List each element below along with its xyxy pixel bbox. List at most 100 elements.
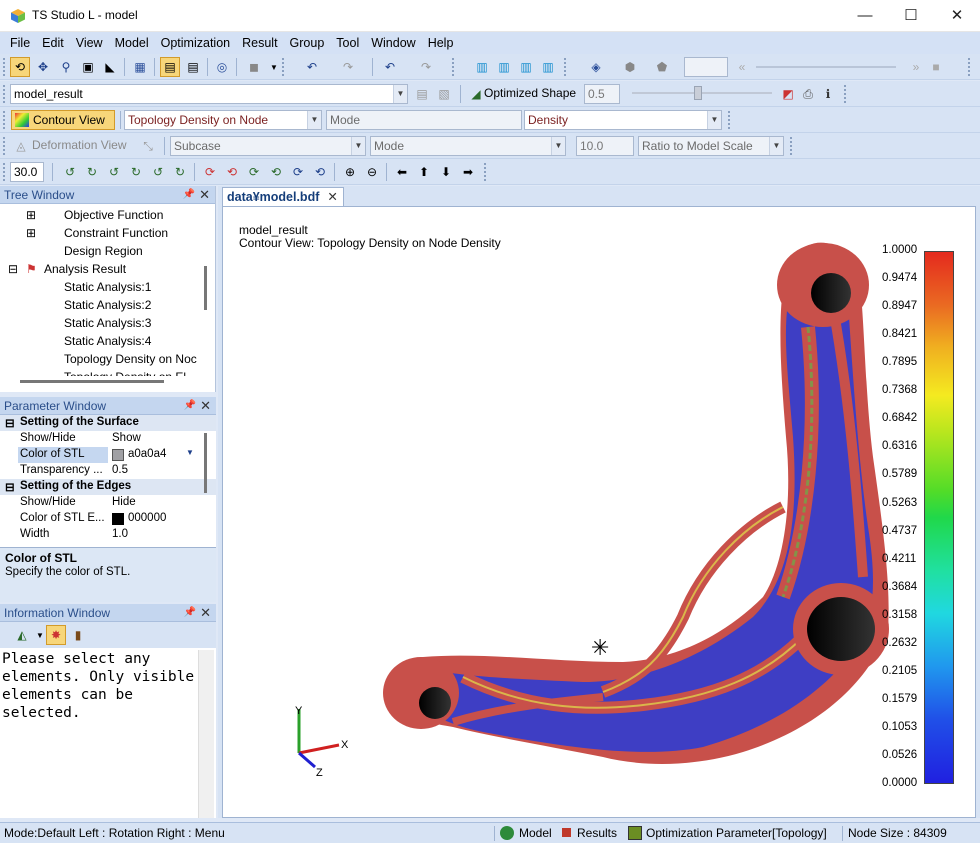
expand-icon[interactable]: ⊞: [26, 226, 36, 240]
palette-icon[interactable]: ◩: [778, 84, 798, 104]
info-icon[interactable]: ℹ: [818, 84, 838, 104]
close-icon[interactable]: ✕: [200, 397, 211, 415]
spin-z-icon[interactable]: ⟳: [288, 162, 308, 182]
maximize-button[interactable]: ☐: [888, 0, 934, 32]
status-model[interactable]: Model: [519, 823, 552, 843]
scale-input[interactable]: 10.0: [576, 136, 634, 156]
param-vscroll[interactable]: [204, 433, 207, 493]
optimized-shape-icon[interactable]: ◢: [466, 84, 486, 104]
threshold-input[interactable]: 0.5: [584, 84, 620, 104]
tree-vscroll[interactable]: [204, 266, 207, 310]
optimized-shape-button[interactable]: Optimized Shape: [484, 86, 576, 100]
element-filter-icon[interactable]: ◭: [12, 625, 32, 645]
param-group-surface[interactable]: ⊟ Setting of the Surface: [0, 415, 216, 431]
clipboard-icon[interactable]: ▮: [68, 625, 88, 645]
menu-view[interactable]: View: [70, 32, 109, 54]
stop-icon[interactable]: ■: [926, 57, 946, 77]
param-row[interactable]: Transparency ... 0.5: [0, 463, 216, 479]
view-side-icon[interactable]: ▥: [494, 57, 514, 77]
spin-x2-icon[interactable]: ⟲: [222, 162, 242, 182]
tab-model-bdf[interactable]: data¥model.bdf ✕: [222, 187, 344, 206]
chevron-down-icon[interactable]: ▼: [186, 448, 194, 457]
tree-item-objective[interactable]: Objective Function: [64, 208, 163, 222]
fit-icon[interactable]: ▣: [78, 57, 98, 77]
spin-y-icon[interactable]: ⟳: [244, 162, 264, 182]
print-result-icon[interactable]: ⎙: [798, 84, 818, 104]
redo-icon[interactable]: ↷: [338, 57, 358, 77]
result-select[interactable]: model_result ▼: [10, 84, 408, 104]
slider-thumb[interactable]: [694, 86, 702, 100]
window-mode-icon[interactable]: ▤: [160, 57, 180, 77]
status-opt-param[interactable]: Optimization Parameter[Topology]: [646, 823, 827, 843]
threshold-slider[interactable]: [632, 92, 772, 94]
menu-window[interactable]: Window: [365, 32, 421, 54]
param-row[interactable]: Color of STL E... 000000: [0, 511, 216, 527]
pan-icon[interactable]: ✥: [33, 57, 53, 77]
tree-item-static-2[interactable]: Static Analysis:2: [64, 298, 151, 312]
box-select-icon[interactable]: ▦: [130, 57, 150, 77]
menu-edit[interactable]: Edit: [36, 32, 70, 54]
undo-view-icon[interactable]: ↶: [380, 57, 400, 77]
component-select[interactable]: Density ▼: [524, 110, 722, 130]
animation-field[interactable]: [684, 57, 728, 77]
deform-scale-icon[interactable]: ⤡: [138, 136, 158, 156]
info-vscroll[interactable]: [198, 650, 214, 818]
export-icon[interactable]: ▧: [434, 84, 454, 104]
rotate-icon[interactable]: ⟲: [10, 57, 30, 77]
display-mode-icon[interactable]: ◈: [586, 57, 606, 77]
arrow-right-icon[interactable]: ➡: [458, 162, 478, 182]
redo-view-icon[interactable]: ↷: [416, 57, 436, 77]
animation-slider[interactable]: [756, 66, 896, 68]
contour-view-button[interactable]: Contour View: [11, 110, 115, 130]
zoom-in-icon[interactable]: ⊕: [340, 162, 360, 182]
rotate-x-minus-icon[interactable]: ↻: [82, 162, 102, 182]
tree-hscroll[interactable]: [20, 380, 164, 383]
tree-item-analysis-result[interactable]: Analysis Result: [44, 262, 126, 276]
undo-icon[interactable]: ↶: [302, 57, 322, 77]
view-front-icon[interactable]: ▥: [472, 57, 492, 77]
subcase-select[interactable]: Subcase ▼: [170, 136, 366, 156]
rotate-z-minus-icon[interactable]: ↻: [170, 162, 190, 182]
close-icon[interactable]: ✕: [199, 186, 210, 204]
rewind-icon[interactable]: «: [732, 57, 752, 77]
angle-input[interactable]: 30.0: [10, 162, 44, 182]
deformation-icon[interactable]: ◬: [11, 136, 31, 156]
menu-file[interactable]: File: [4, 32, 36, 54]
rotate-z-plus-icon[interactable]: ↺: [148, 162, 168, 182]
deformation-view-button[interactable]: Deformation View: [32, 138, 127, 152]
tree-item-topology-element[interactable]: Topology Density on El: [64, 370, 198, 376]
shape-icon[interactable]: ◼: [244, 57, 264, 77]
param-row[interactable]: Width 1.0: [0, 527, 216, 543]
rotate-y-minus-icon[interactable]: ↻: [126, 162, 146, 182]
param-row[interactable]: Show/Hide Hide: [0, 495, 216, 511]
pin-icon[interactable]: 📌: [184, 397, 196, 415]
status-results[interactable]: Results: [577, 823, 617, 843]
tree-item-static-3[interactable]: Static Analysis:3: [64, 316, 151, 330]
mode-select[interactable]: Mode: [326, 110, 522, 130]
tree-item-static-4[interactable]: Static Analysis:4: [64, 334, 151, 348]
arrow-down-icon[interactable]: ⬇: [436, 162, 456, 182]
tree-item-topology-node[interactable]: Topology Density on Noc: [64, 352, 198, 366]
menu-help[interactable]: Help: [422, 32, 460, 54]
arrow-left-icon[interactable]: ⬅: [392, 162, 412, 182]
expand-icon[interactable]: ⊞: [26, 208, 36, 222]
table-icon[interactable]: ▤: [412, 84, 432, 104]
param-row[interactable]: Show/Hide Show: [0, 431, 216, 447]
chevron-down-icon[interactable]: ▼: [264, 57, 284, 77]
menu-result[interactable]: Result: [236, 32, 283, 54]
param-row-color[interactable]: Color of STL a0a0a4 ▼: [0, 447, 216, 463]
tree-item-design-region[interactable]: Design Region: [64, 244, 143, 258]
spin-x-icon[interactable]: ⟳: [200, 162, 220, 182]
tree-item-static-1[interactable]: Static Analysis:1: [64, 280, 151, 294]
deform-mode-select[interactable]: Mode ▼: [370, 136, 566, 156]
spin-y2-icon[interactable]: ⟲: [266, 162, 286, 182]
close-tab-icon[interactable]: ✕: [327, 190, 337, 204]
spin-z2-icon[interactable]: ⟲: [310, 162, 330, 182]
rotate-x-plus-icon[interactable]: ↺: [60, 162, 80, 182]
menu-model[interactable]: Model: [109, 32, 155, 54]
menu-optimization[interactable]: Optimization: [155, 32, 236, 54]
3d-viewport[interactable]: model_result Contour View: Topology Dens…: [222, 206, 976, 818]
close-icon[interactable]: ✕: [200, 604, 211, 622]
pick-icon[interactable]: ✸: [46, 625, 66, 645]
pin-icon[interactable]: 📌: [183, 186, 195, 204]
